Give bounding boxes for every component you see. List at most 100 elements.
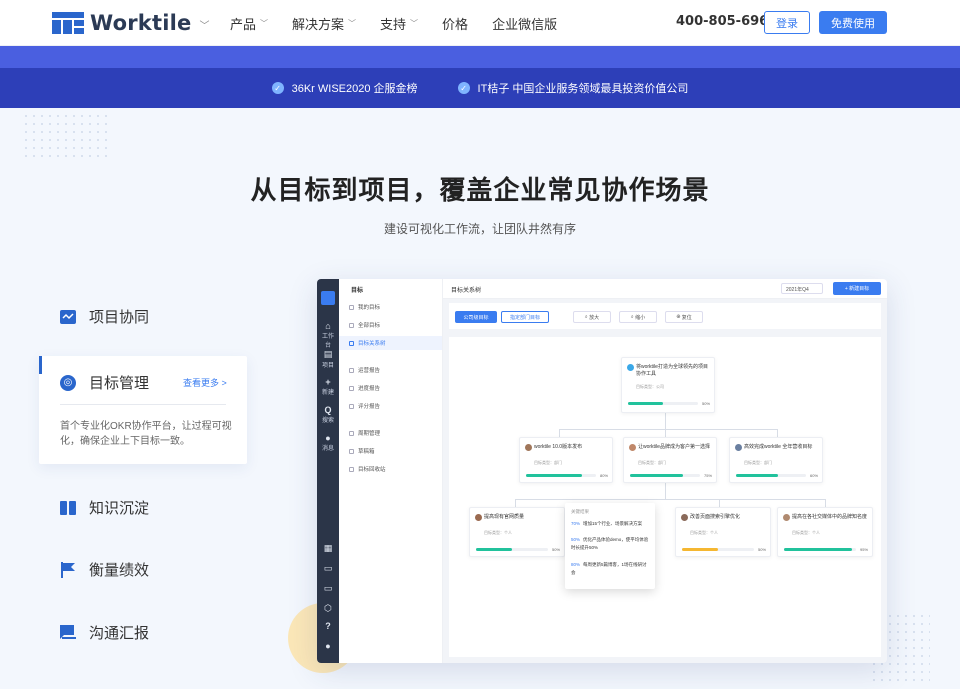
key-results-popup: 关键结果 70% 增加15个行业、场景解决方案 50% 优化产品体验demo，使平均…	[565, 503, 655, 589]
nav-item-support[interactable]: 支持 ﹀	[380, 14, 418, 33]
top-header: Worktile ﹀ 产品 ﹀ 解决方案 ﹀ 支持 ﹀ 价格 企业微信版 400-80…	[0, 0, 960, 46]
progress-bar	[682, 548, 754, 551]
goal-icon	[627, 364, 634, 371]
goal-node[interactable]: 提高现有官网质量 目标类型：个人 50%	[469, 507, 565, 557]
key-result-row: 80% 每周更新5篇博客，1场在线研讨会	[571, 562, 647, 575]
project-icon	[60, 309, 76, 325]
main-header: 目标关系树 2021年Q4 + 新建目标	[443, 279, 887, 299]
sidebar-item-active[interactable]: 目标关系树	[339, 336, 442, 350]
chat-icon	[60, 625, 76, 641]
key-result-row: 50% 优化产品体验demo，使平均体验时长提升50%	[571, 537, 649, 550]
sidebar-item[interactable]: 运营报告	[349, 366, 380, 374]
free-trial-button[interactable]: 免费使用	[819, 11, 887, 34]
rail-item-message[interactable]: ● 消息	[321, 433, 335, 452]
goal-node-root[interactable]: 将worktile打造为全球领先的项目协作工具 目标类型：公司 50%	[621, 357, 715, 413]
zoom-out-button[interactable]: ⌕ 缩小	[619, 311, 657, 323]
zoom-in-button[interactable]: ⌕ 放大	[573, 311, 611, 323]
logo-text: Worktile	[90, 11, 192, 35]
rail-box-icon[interactable]: ⬡	[321, 603, 335, 614]
dots-decoration	[22, 112, 112, 160]
app-logo-icon	[321, 291, 335, 305]
rail-file-icon[interactable]: ▭	[321, 583, 335, 594]
nav-item-products[interactable]: 产品 ﹀	[230, 14, 268, 33]
avatar[interactable]: ●	[321, 641, 335, 651]
chevron-down-icon: ﹀	[348, 19, 357, 28]
main-nav: 产品 ﹀ 解决方案 ﹀ 支持 ﹀ 价格 企业微信版	[230, 14, 581, 33]
rail-item-new[interactable]: + 新建	[321, 377, 335, 396]
divider	[60, 404, 226, 405]
rail-item-workbench[interactable]: ⌂ 工作台	[321, 321, 335, 349]
feature-description: 首个专业化OKR协作平台，让过程可视化，确保企业上下目标一致。	[60, 421, 232, 447]
rail-tool-icon[interactable]: ▦	[321, 543, 335, 554]
goal-node[interactable]: 提高在各社交媒体中的品牌知名度 目标类型：个人 95%	[777, 507, 873, 557]
progress-bar	[630, 474, 700, 477]
avatar	[629, 444, 636, 451]
main-title: 目标关系树	[451, 288, 482, 294]
check-icon: ✓	[271, 82, 284, 94]
progress-bar	[736, 474, 806, 477]
sidebar-item[interactable]: 进度报告	[349, 384, 380, 392]
goal-node[interactable]: worktile 10.0版本发布 目标类型：部门 80%	[519, 437, 613, 483]
chevron-down-icon: ﹀	[410, 19, 419, 28]
chevron-down-icon[interactable]: ﹀	[199, 17, 209, 32]
home-icon: ⌂	[325, 321, 331, 331]
award-banner: ✓ 36Kr WISE2020 企服金榜 ✓ IT桔子 中国企业服务领域最具投资价值…	[0, 68, 960, 108]
avatar	[681, 514, 688, 521]
nav-item-wecom[interactable]: 企业微信版	[492, 14, 557, 33]
see-more-link[interactable]: 查看更多 >	[183, 376, 227, 389]
flag-icon	[60, 561, 76, 578]
feature-communication[interactable]: 沟通汇报	[60, 622, 149, 643]
nav-item-pricing[interactable]: 价格	[442, 14, 468, 33]
help-icon[interactable]: ?	[321, 621, 335, 631]
target-icon: ◎	[60, 374, 76, 391]
search-icon: Q	[324, 405, 332, 415]
chevron-down-icon: ﹀	[260, 19, 269, 28]
sidebar-item[interactable]: 我的目标	[349, 303, 380, 311]
goal-node[interactable]: 改善页面搜索引擎优化 目标类型：个人 50%	[675, 507, 771, 557]
plus-icon: +	[325, 377, 331, 387]
avatar	[783, 514, 790, 521]
feature-card-active[interactable]: ◎ 目标管理 查看更多 > 首个专业化OKR协作平台，让过程可视化，确保企业上下…	[39, 356, 247, 464]
progress-bar	[526, 474, 596, 477]
nav-item-solutions[interactable]: 解决方案 ﹀	[292, 14, 356, 33]
sidebar-item[interactable]: 评分报告	[349, 402, 380, 410]
phone-number: 400-805-6966	[676, 14, 778, 29]
avatar	[475, 514, 482, 521]
worktile-logo-icon	[52, 12, 84, 34]
banner-strip	[0, 46, 960, 68]
login-button[interactable]: 登录	[764, 11, 810, 34]
sidebar-item[interactable]: 目标回收站	[349, 465, 386, 473]
feature-target: ◎ 目标管理	[60, 372, 149, 393]
logo[interactable]: Worktile ﹀	[52, 11, 209, 35]
page-title: 从目标到项目，覆盖企业常见协作场景	[250, 175, 710, 205]
key-result-row: 70% 增加15个行业、场景解决方案	[571, 521, 643, 526]
sidebar-item[interactable]: 周期管理	[349, 429, 380, 437]
popup-header: 关键结果	[571, 509, 589, 514]
feature-project[interactable]: 项目协同	[60, 306, 149, 327]
rail-item-project[interactable]: ▤ 项目	[321, 349, 335, 369]
reset-icon: ⊕	[676, 314, 681, 320]
feature-performance[interactable]: 衡量绩效	[60, 559, 149, 580]
message-icon: ●	[325, 433, 331, 443]
sidebar-item[interactable]: 全部目标	[349, 321, 380, 329]
avatar	[525, 444, 532, 451]
reset-button[interactable]: ⊕ 复位	[665, 311, 703, 323]
quarter-select[interactable]: 2021年Q4	[781, 283, 823, 294]
feature-knowledge[interactable]: 知识沉淀	[60, 497, 149, 518]
sidebar-item[interactable]: 草稿箱	[349, 447, 375, 455]
rail-folder-icon[interactable]: ▭	[321, 563, 335, 574]
check-icon: ✓	[457, 82, 470, 94]
goal-node[interactable]: 高效完成worktile 全年营收目标 目标类型：部门 60%	[729, 437, 823, 483]
search-icon: ⌕	[630, 314, 634, 320]
tab-department-goals[interactable]: 指定部门目标	[501, 311, 549, 323]
progress-bar	[476, 548, 548, 551]
avatar	[735, 444, 742, 451]
app-main: 目标关系树 2021年Q4 + 新建目标 公司级目标 指定部门目标 ⌕ 放大 ⌕…	[443, 279, 887, 663]
app-sidebar: 目标 我的目标 全部目标 目标关系树 运营报告 进度报告 评分报告 周期管理 草…	[339, 279, 443, 663]
goal-node[interactable]: 让worktile品牌成为客户第一选择 目标类型：部门 75%	[623, 437, 717, 483]
tab-company-goals[interactable]: 公司级目标	[455, 311, 497, 323]
search-icon: ⌕	[584, 314, 588, 320]
app-rail: ⌂ 工作台 ▤ 项目 + 新建 Q 搜索 ● 消息 ▦ ▭ ▭ ⬡ ? ●	[317, 279, 339, 663]
new-goal-button[interactable]: + 新建目标	[833, 282, 881, 295]
rail-item-search[interactable]: Q 搜索	[321, 405, 335, 424]
